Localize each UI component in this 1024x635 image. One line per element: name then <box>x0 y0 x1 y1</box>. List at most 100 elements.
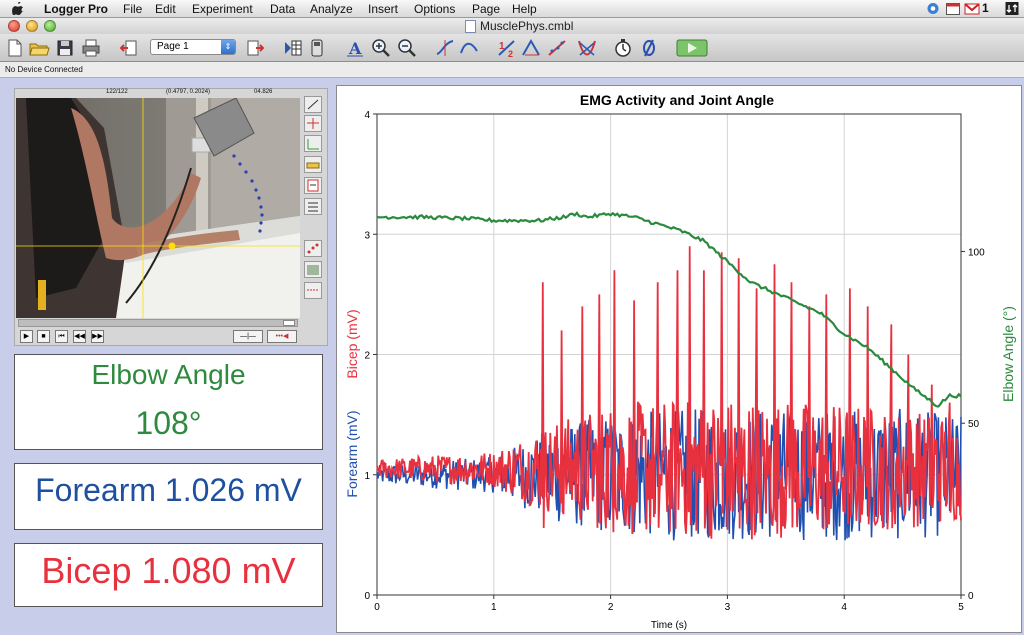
video-coordinates: (0.4797, 0.2024) <box>166 89 211 95</box>
video-replay-tool[interactable] <box>304 282 322 299</box>
video-photo-distance-tool[interactable] <box>304 177 322 194</box>
y-left-tick-label: 0 <box>364 591 370 602</box>
linear-fit-button[interactable] <box>546 37 568 59</box>
y-axis-label-elbow: Elbow Angle (°) <box>1000 306 1016 402</box>
video-marker-button[interactable]: —|— <box>233 330 263 343</box>
download-status-icon[interactable] <box>1005 1 1019 16</box>
zero-sensors-button[interactable] <box>638 37 660 59</box>
page-back-icon <box>119 40 137 56</box>
menu-bar: Logger Pro File Edit Experiment Data Ana… <box>0 0 1024 18</box>
open-file-button[interactable] <box>28 37 50 59</box>
collect-play-icon <box>676 39 708 57</box>
menu-insert[interactable]: Insert <box>368 2 398 16</box>
new-file-button[interactable] <box>4 37 26 59</box>
video-trail-toggle-button[interactable]: •••◀ <box>267 330 297 343</box>
print-button[interactable] <box>80 37 102 59</box>
previous-page-button[interactable] <box>118 37 140 59</box>
video-frame-counter: 122/122 <box>106 89 128 95</box>
menu-edit[interactable]: Edit <box>155 2 176 16</box>
tangent-button[interactable] <box>458 37 480 59</box>
emg-graph[interactable]: EMG Activity and Joint Angle 0 1 2 3 4 5 0 1 2 3… <box>337 86 1023 634</box>
video-info-bar: 122/122 (0.4797, 0.2024) 04.826 <box>16 89 300 98</box>
video-step-back-button[interactable]: ◀◀ <box>73 330 86 343</box>
skip-start-icon: ⏮ <box>58 333 65 340</box>
photo-distance-icon <box>307 179 319 192</box>
select-arrow-icon <box>307 99 319 110</box>
chart-series <box>376 211 962 541</box>
svg-text:A: A <box>348 39 362 58</box>
video-scrub-bar[interactable] <box>18 319 298 327</box>
app-name-menu[interactable]: Logger Pro <box>44 2 108 16</box>
integral-button[interactable]: 12 <box>496 37 518 59</box>
save-button[interactable] <box>54 37 76 59</box>
data-table-icon <box>285 40 302 56</box>
tangent-icon <box>460 42 478 54</box>
autoscale-button[interactable]: A <box>344 37 366 59</box>
curve-fit-button[interactable] <box>576 37 598 59</box>
video-time: 04.826 <box>254 89 273 95</box>
video-image <box>16 98 300 318</box>
y-right-tick-label: 100 <box>968 247 985 258</box>
lab-interface-button[interactable] <box>306 37 328 59</box>
y-left-tick-label: 1 <box>364 471 370 482</box>
lab-interface-icon <box>311 39 323 57</box>
video-origin-tool[interactable] <box>304 135 322 152</box>
examine-button[interactable] <box>434 37 456 59</box>
video-step-forward-button[interactable]: ▶▶ <box>91 330 104 343</box>
menu-page[interactable]: Page <box>472 2 500 16</box>
x-tick-label: 4 <box>841 602 847 613</box>
minimize-window-button[interactable] <box>26 20 38 32</box>
trail-icon <box>307 243 319 254</box>
video-play-button[interactable]: ▶ <box>20 330 33 343</box>
page-selector-value: Page 1 <box>157 41 189 52</box>
video-add-point-tool[interactable] <box>304 115 322 132</box>
video-scrub-knob[interactable] <box>283 320 295 326</box>
zoom-out-button[interactable] <box>396 37 418 59</box>
video-overlay-tool[interactable] <box>304 261 322 278</box>
forearm-meter[interactable]: Forearm 1.026 mV <box>14 463 323 530</box>
menu-help[interactable]: Help <box>512 2 537 16</box>
y-left-axis-ticks: 0 1 2 3 4 <box>364 110 377 602</box>
collect-button[interactable] <box>676 37 708 59</box>
gmail-count: 1 <box>982 1 989 15</box>
calendar-icon[interactable] <box>945 1 961 16</box>
x-tick-label: 3 <box>725 602 731 613</box>
video-sync-tool[interactable] <box>304 198 322 215</box>
video-rewind-start-button[interactable]: ⏮ <box>55 330 68 343</box>
video-select-tool[interactable] <box>304 96 322 113</box>
gmail-icon[interactable] <box>964 1 980 16</box>
chart-title: EMG Activity and Joint Angle <box>580 92 774 108</box>
statistics-button[interactable] <box>520 37 542 59</box>
menu-options[interactable]: Options <box>414 2 455 16</box>
x-axis-label: Time (s) <box>651 620 687 631</box>
graph-panel[interactable]: EMG Activity and Joint Angle 0 1 2 3 4 5 0 1 2 3… <box>336 85 1022 633</box>
dropbox-icon[interactable] <box>926 1 940 16</box>
apple-menu-icon[interactable] <box>12 2 24 15</box>
video-frame[interactable] <box>16 98 300 318</box>
trail-toggle-icon: •••◀ <box>275 333 289 340</box>
video-scale-tool[interactable] <box>304 156 322 173</box>
table-view-button[interactable] <box>282 37 304 59</box>
zoom-window-button[interactable] <box>44 20 56 32</box>
statistics-icon <box>522 38 540 56</box>
zoom-in-button[interactable] <box>370 37 392 59</box>
next-page-button[interactable] <box>244 37 266 59</box>
page-selector[interactable]: Page 1 ⇕ <box>150 39 236 55</box>
menu-experiment[interactable]: Experiment <box>192 2 253 16</box>
close-window-button[interactable] <box>8 20 20 32</box>
status-bar: No Device Connected <box>0 62 1024 78</box>
video-stop-button[interactable]: ■ <box>37 330 50 343</box>
bicep-meter[interactable]: Bicep 1.080 mV <box>14 543 323 607</box>
toolbar: Page 1 ⇕ A 12 <box>0 34 1024 62</box>
menu-file[interactable]: File <box>123 2 142 16</box>
data-collection-button[interactable] <box>612 37 634 59</box>
title-bar: MusclePhys.cmbl <box>0 18 1024 34</box>
menu-data[interactable]: Data <box>270 2 295 16</box>
video-show-trail-tool[interactable] <box>304 240 322 257</box>
step-back-icon: ◀◀ <box>74 333 85 340</box>
menu-analyze[interactable]: Analyze <box>310 2 353 16</box>
x-tick-label: 5 <box>958 602 964 613</box>
elbow-angle-meter[interactable]: Elbow Angle 108° <box>14 354 323 450</box>
save-disk-icon <box>57 40 73 56</box>
zero-icon <box>643 39 655 57</box>
